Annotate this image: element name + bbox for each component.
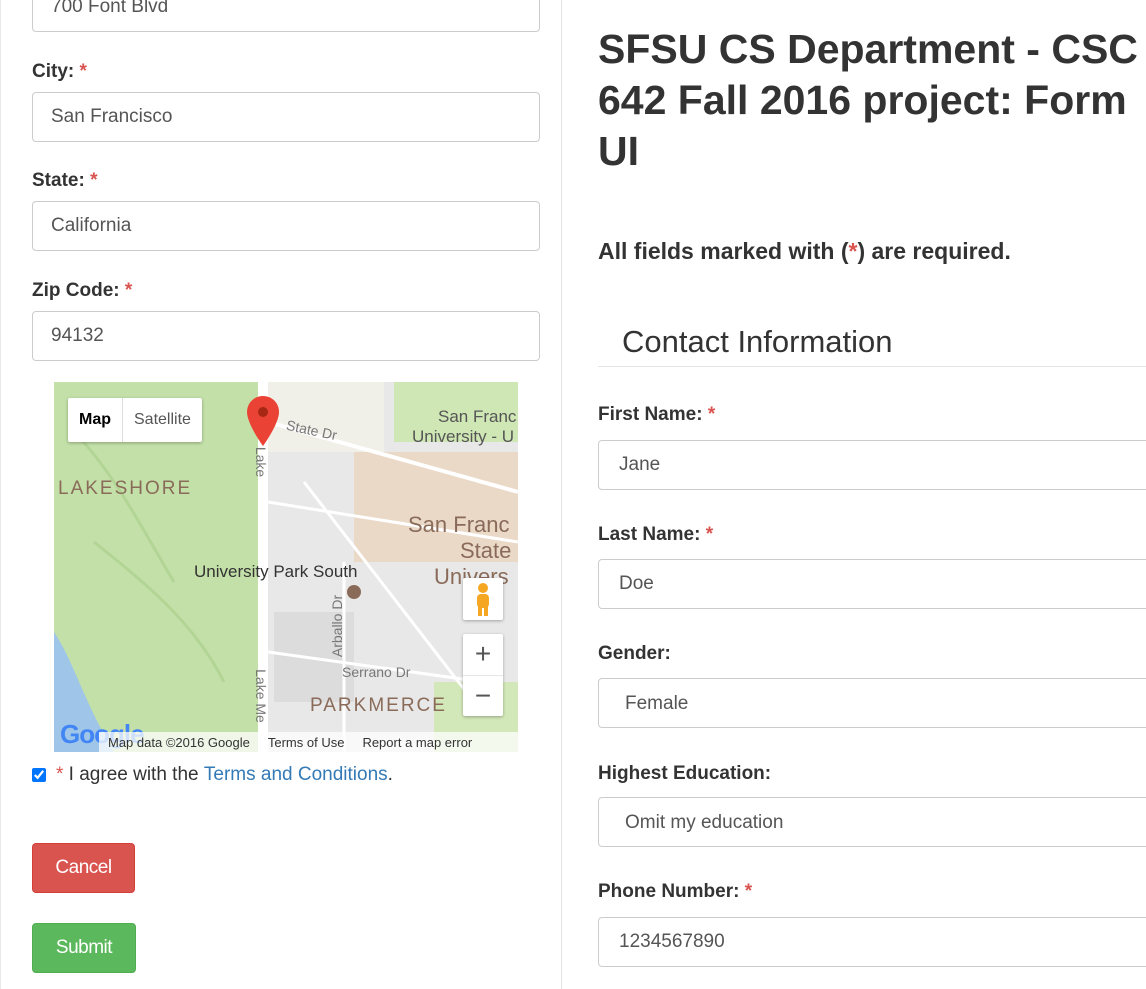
required-marker: *: [90, 170, 98, 191]
required-marker: *: [707, 404, 716, 425]
address-input[interactable]: [32, 0, 540, 32]
map-label: San Franc: [408, 512, 510, 537]
notice-pre: All fields marked with (: [598, 238, 849, 264]
required-marker: *: [79, 61, 87, 82]
gender-selected-value: Female: [625, 693, 689, 714]
map-label: State: [460, 538, 512, 563]
map[interactable]: LAKESHORE San Franc University - U State…: [54, 382, 518, 752]
city-label-text: City:: [32, 61, 75, 82]
map-terms-link[interactable]: Terms of Use: [259, 735, 354, 750]
map-type-satellite-button[interactable]: Satellite: [122, 398, 202, 442]
education-select[interactable]: Omit my education: [598, 797, 1146, 847]
map-label: Lake: [253, 446, 270, 478]
zip-input[interactable]: [32, 311, 540, 361]
gender-label: Gender:: [598, 643, 671, 665]
required-notice: All fields marked with (*) are required.: [598, 238, 1011, 265]
map-type-map-button[interactable]: Map: [68, 398, 122, 442]
map-label: University - U: [412, 427, 515, 446]
agree-suffix: .: [387, 764, 393, 785]
section-title: Contact Information: [598, 320, 1146, 367]
map-label: University Park South: [194, 562, 358, 581]
state-input[interactable]: [32, 201, 540, 251]
state-label-text: State:: [32, 170, 85, 191]
map-label: San Franc: [438, 407, 517, 426]
map-label: Lake Me: [252, 669, 269, 723]
zip-label: Zip Code: *: [32, 280, 132, 302]
required-marker: *: [56, 764, 64, 785]
last-name-label-text: Last Name:: [598, 524, 701, 545]
education-label-text: Highest Education:: [598, 763, 772, 784]
state-label: State: *: [32, 170, 97, 192]
map-type-control: Map Satellite: [68, 398, 202, 442]
terms-link[interactable]: Terms and Conditions: [204, 764, 388, 786]
zoom-in-button[interactable]: +: [463, 634, 503, 675]
required-marker: *: [744, 881, 753, 902]
required-marker: *: [705, 524, 714, 545]
map-label: Serrano Dr: [342, 664, 411, 680]
city-input[interactable]: [32, 92, 540, 142]
right-panel: SFSU CS Department - CSC 642 Fall 2016 p…: [562, 0, 1146, 989]
map-label: Arballo Dr: [329, 594, 346, 658]
zoom-out-button[interactable]: −: [463, 675, 503, 716]
map-report-link[interactable]: Report a map error: [353, 735, 481, 750]
gender-label-text: Gender:: [598, 643, 671, 664]
pegman-icon: [477, 583, 489, 616]
agree-text: I agree with the: [63, 764, 204, 785]
phone-label-text: Phone Number:: [598, 881, 740, 902]
zoom-control: + −: [463, 634, 503, 716]
education-label: Highest Education:: [598, 763, 771, 785]
map-footer: Map data ©2016 Google Terms of Use Repor…: [99, 732, 518, 752]
map-label: PARKMERCE: [310, 695, 447, 716]
last-name-input[interactable]: [598, 559, 1146, 609]
agree-row: * I agree with the Terms and Conditions …: [32, 764, 393, 786]
left-panel: City: * State: * Zip Code: *: [0, 0, 562, 989]
page-title: SFSU CS Department - CSC 642 Fall 2016 p…: [598, 26, 1138, 174]
phone-label: Phone Number: *: [598, 881, 752, 903]
phone-input[interactable]: [598, 917, 1146, 967]
city-label: City: *: [32, 61, 87, 83]
notice-post: ) are required.: [857, 238, 1011, 264]
required-marker: *: [124, 280, 133, 301]
agree-checkbox[interactable]: [32, 768, 46, 782]
education-selected-value: Omit my education: [625, 812, 784, 833]
first-name-label-text: First Name:: [598, 404, 703, 425]
street-view-button[interactable]: [463, 578, 503, 620]
submit-button[interactable]: Submit: [32, 923, 136, 973]
last-name-label: Last Name: *: [598, 524, 713, 546]
zip-label-text: Zip Code:: [32, 280, 120, 301]
map-data-attribution: Map data ©2016 Google: [108, 734, 250, 750]
cancel-button[interactable]: Cancel: [32, 843, 135, 893]
gender-select[interactable]: Female: [598, 678, 1146, 728]
first-name-label: First Name: *: [598, 404, 715, 426]
first-name-input[interactable]: [598, 440, 1146, 490]
map-label: LAKESHORE: [58, 478, 193, 499]
map-pin-icon[interactable]: [247, 396, 279, 446]
